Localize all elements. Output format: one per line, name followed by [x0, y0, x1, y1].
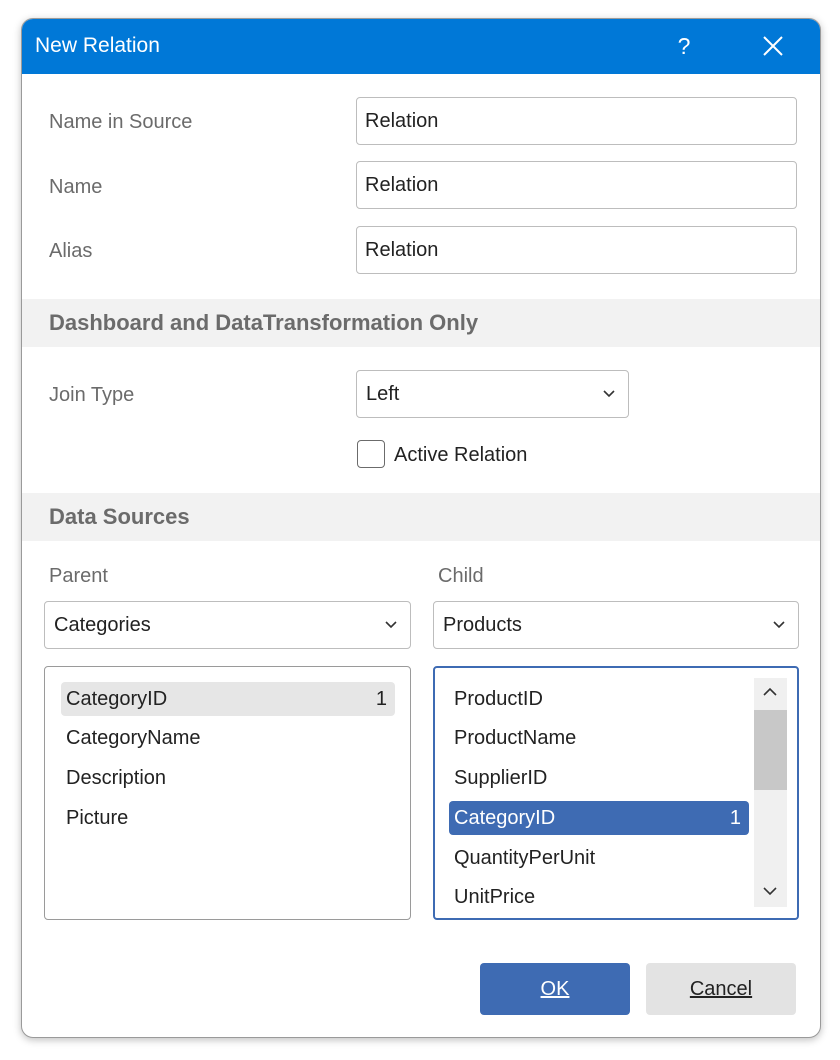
list-item[interactable]: Description — [61, 761, 395, 795]
scroll-up-button[interactable] — [754, 678, 786, 706]
name-in-source-field[interactable]: Relation — [356, 97, 797, 145]
chevron-down-icon — [385, 621, 397, 629]
chevron-down-icon — [603, 390, 615, 398]
chevron-up-icon — [763, 687, 777, 696]
dashboard-section-title: Dashboard and DataTransformation Only — [49, 310, 479, 335]
list-item[interactable]: ProductName — [449, 721, 749, 755]
active-relation-label[interactable]: Active Relation — [394, 444, 527, 467]
close-button[interactable] — [754, 27, 792, 65]
ok-button[interactable]: OK — [480, 963, 630, 1015]
scrollbar-thumb[interactable] — [754, 710, 787, 790]
new-relation-dialog: New Relation ? Name in Source Relation N… — [21, 18, 821, 1038]
list-item[interactable]: ProductID — [449, 682, 749, 716]
dialog-title: New Relation — [35, 34, 160, 57]
chevron-down-icon — [763, 887, 777, 896]
join-type-select[interactable]: Left — [356, 370, 629, 418]
title-bar: New Relation ? — [22, 19, 820, 74]
alias-field[interactable]: Relation — [356, 226, 797, 274]
active-relation-checkbox[interactable] — [357, 440, 385, 468]
name-field[interactable]: Relation — [356, 161, 797, 209]
parent-source-value: Categories — [54, 614, 151, 636]
parent-columns-list[interactable]: CategoryID 1 CategoryName Description Pi… — [44, 666, 411, 920]
list-item[interactable]: SupplierID — [449, 761, 749, 795]
help-button[interactable]: ? — [666, 27, 702, 65]
list-item-selected[interactable]: CategoryID 1 — [449, 801, 749, 835]
data-sources-section-title: Data Sources — [49, 504, 190, 529]
data-sources-section-header: Data Sources — [22, 493, 820, 541]
dashboard-section-header: Dashboard and DataTransformation Only — [22, 299, 820, 347]
cancel-button[interactable]: Cancel — [646, 963, 796, 1015]
list-item[interactable]: CategoryName — [61, 721, 395, 755]
join-type-value: Left — [366, 383, 400, 405]
close-icon — [763, 36, 783, 56]
child-source-value: Products — [443, 614, 522, 636]
list-item[interactable]: QuantityPerUnit — [449, 841, 749, 875]
child-columns-list[interactable]: ProductID ProductName SupplierID Categor… — [433, 666, 799, 920]
parent-source-select[interactable]: Categories — [44, 601, 411, 649]
list-item[interactable]: UnitPrice — [449, 880, 749, 914]
list-item[interactable]: Picture — [61, 801, 395, 835]
join-type-label: Join Type — [49, 384, 135, 406]
parent-label: Parent — [49, 565, 108, 587]
alias-label: Alias — [49, 240, 93, 262]
scroll-down-button[interactable] — [754, 877, 786, 905]
child-label: Child — [438, 565, 484, 587]
name-label: Name — [49, 176, 103, 198]
chevron-down-icon — [773, 621, 785, 629]
name-in-source-label: Name in Source — [49, 111, 193, 133]
child-source-select[interactable]: Products — [433, 601, 799, 649]
child-list-scrollbar[interactable] — [754, 678, 787, 907]
list-item[interactable]: CategoryID 1 — [61, 682, 395, 716]
